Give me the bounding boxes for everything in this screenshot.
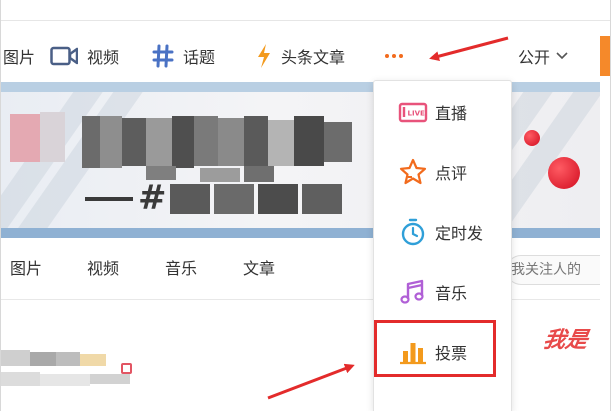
menu-item-label: 点评 [435,164,468,183]
hashtag-icon [152,44,174,68]
bar-chart-icon [400,343,426,365]
music-icon [400,279,424,304]
timer-icon [401,218,425,246]
menu-item-review[interactable]: 点评 [374,142,513,202]
menu-item-live[interactable]: LIVE 直播 [374,82,513,142]
toolbar-item-label: 视频 [87,48,120,67]
toolbar-item-article[interactable]: 头条文章 [256,30,345,82]
banner-slogan-blur [258,184,298,214]
toolbar-item-topic[interactable]: 话题 [152,30,215,82]
menu-item-label: 直播 [435,104,468,123]
banner-hash-text: # [138,178,167,218]
more-dots-icon [399,54,403,58]
banner-slogan-blur [170,184,210,214]
more-dots-icon [385,54,389,58]
menu-item-label: 投票 [435,344,468,363]
tab-articles[interactable]: 文章 [243,240,275,300]
menu-item-music[interactable]: 音乐 [374,262,513,322]
top-divider [0,20,611,21]
menu-item-vote[interactable]: 投票 [374,322,513,382]
feed-promo-text: 我是 [541,328,590,353]
tab-music[interactable]: 音乐 [165,240,197,300]
tab-videos[interactable]: 视频 [87,240,119,300]
feed-user-blur [0,350,130,394]
tab-images[interactable]: 图片 [10,240,42,300]
toolbar-item-video[interactable]: 视频 [50,30,119,82]
post-button-edge[interactable] [600,36,611,76]
verified-badge-icon [121,363,132,374]
more-dots-icon [392,54,396,58]
banner-red-ball-small [524,130,540,146]
toolbar-item-label: 头条文章 [281,48,346,67]
banner-dash [85,197,133,201]
chevron-down-icon [556,52,568,60]
toolbar-item-label: 话题 [183,48,216,67]
search-input[interactable]: 我关注人的 [506,255,600,285]
more-dropdown-menu: LIVE 直播 点评 定时发 音乐 投票 [373,80,512,411]
menu-item-label: 音乐 [435,284,468,303]
visibility-select[interactable]: 公开 [518,30,568,82]
banner-red-ball-large [548,157,580,189]
banner-slogan-blur [302,184,342,214]
toolbar-item-image[interactable]: 图片 [0,30,35,82]
svg-text:LIVE: LIVE [408,110,425,118]
composer-toolbar: 图片 视频 话题 头条文章 公开 [0,30,611,82]
video-icon [50,46,78,66]
menu-item-label: 定时发 [435,224,484,243]
lightning-icon [258,44,270,68]
star-icon [399,158,427,185]
banner-slogan-blur [214,184,254,214]
menu-item-schedule[interactable]: 定时发 [374,202,513,262]
arrow-to-vote-item [267,363,355,400]
live-icon: LIVE [398,102,428,123]
more-button[interactable] [383,44,405,68]
toolbar-item-label: 图片 [3,48,36,67]
visibility-label: 公开 [518,48,551,67]
